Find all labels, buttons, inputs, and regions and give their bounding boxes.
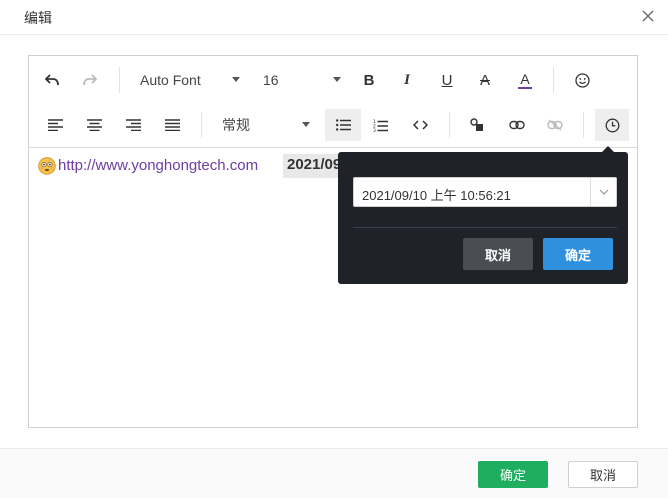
underline-button[interactable]: U bbox=[432, 64, 462, 96]
cancel-button[interactable]: 取消 bbox=[568, 461, 638, 488]
chevron-down-icon bbox=[232, 77, 240, 82]
strikethrough-icon: A bbox=[479, 71, 490, 89]
datetime-popup: 2021/09/10 上午 10:56:21 取消 确定 bbox=[338, 146, 628, 284]
svg-text:3: 3 bbox=[373, 128, 376, 132]
align-left-icon bbox=[47, 119, 63, 131]
chevron-down-icon[interactable] bbox=[590, 178, 616, 206]
emoji-button[interactable] bbox=[567, 64, 597, 96]
insert-image-button[interactable] bbox=[462, 109, 492, 141]
align-center-icon bbox=[86, 119, 102, 131]
ok-button[interactable]: 确定 bbox=[478, 461, 548, 488]
toolbar-divider bbox=[449, 112, 450, 138]
chevron-down-icon bbox=[302, 122, 310, 127]
toolbar-divider bbox=[583, 112, 584, 138]
close-icon[interactable] bbox=[640, 8, 656, 24]
bold-button[interactable]: B bbox=[354, 64, 384, 96]
clock-icon bbox=[605, 118, 619, 132]
paragraph-style-value: 常规 bbox=[222, 117, 250, 133]
toolbar-divider bbox=[119, 67, 120, 93]
paragraph-style-select[interactable]: 常规 bbox=[222, 109, 310, 141]
code-icon bbox=[412, 120, 428, 130]
font-family-value: Auto Font bbox=[140, 72, 201, 88]
toolbar-divider bbox=[201, 112, 202, 138]
flushed-face-icon bbox=[38, 157, 56, 175]
align-center-button[interactable] bbox=[79, 109, 109, 141]
dialog-titlebar: 编辑 bbox=[0, 0, 668, 35]
align-right-button[interactable] bbox=[118, 109, 148, 141]
insert-datetime-button[interactable] bbox=[595, 109, 629, 141]
inserted-date-text: 2021/09/10 bbox=[283, 154, 343, 178]
link-icon bbox=[509, 120, 525, 130]
justify-button[interactable] bbox=[157, 109, 187, 141]
font-size-select[interactable]: 16 bbox=[263, 64, 341, 96]
numbered-list-button[interactable]: 123 bbox=[365, 109, 395, 141]
smile-icon bbox=[574, 72, 590, 88]
unlink-button[interactable] bbox=[540, 109, 570, 141]
font-family-select[interactable]: Auto Font bbox=[140, 64, 240, 96]
shapes-icon bbox=[469, 118, 483, 131]
undo-icon[interactable] bbox=[37, 64, 67, 96]
unlink-icon bbox=[547, 119, 563, 131]
editor-toolbar: Auto Font 16 B I U A A 常规 1 2 3 bbox=[29, 56, 637, 148]
toolbar-divider bbox=[553, 67, 554, 93]
chevron-down-icon bbox=[333, 77, 341, 82]
numbered-list-icon: 123 bbox=[373, 119, 388, 132]
underline-icon: U bbox=[441, 71, 453, 89]
popup-cancel-button[interactable]: 取消 bbox=[463, 238, 533, 270]
font-size-value: 16 bbox=[263, 72, 279, 88]
font-color-button[interactable]: A bbox=[510, 64, 540, 96]
align-left-button[interactable] bbox=[40, 109, 70, 141]
redo-icon[interactable] bbox=[75, 64, 105, 96]
dialog-footer: 确定 取消 bbox=[0, 448, 668, 498]
bulleted-list-icon bbox=[335, 119, 351, 131]
italic-button[interactable]: I bbox=[392, 64, 422, 96]
popup-confirm-button[interactable]: 确定 bbox=[543, 238, 613, 270]
popup-divider bbox=[353, 227, 617, 228]
bulleted-list-button[interactable] bbox=[325, 109, 361, 141]
align-right-icon bbox=[125, 119, 141, 131]
font-color-icon: A bbox=[518, 71, 532, 89]
content-link[interactable]: http://www.yonghongtech.com bbox=[58, 157, 258, 174]
datetime-value: 2021/09/10 上午 10:56:21 bbox=[362, 188, 511, 203]
strikethrough-button[interactable]: A bbox=[470, 64, 500, 96]
dialog-title: 编辑 bbox=[24, 10, 52, 26]
popup-arrow bbox=[602, 146, 614, 152]
bold-icon: B bbox=[363, 71, 375, 89]
italic-icon: I bbox=[404, 71, 410, 88]
align-justify-icon bbox=[164, 119, 180, 131]
code-button[interactable] bbox=[405, 109, 435, 141]
datetime-input[interactable]: 2021/09/10 上午 10:56:21 bbox=[353, 177, 617, 207]
insert-link-button[interactable] bbox=[502, 109, 532, 141]
